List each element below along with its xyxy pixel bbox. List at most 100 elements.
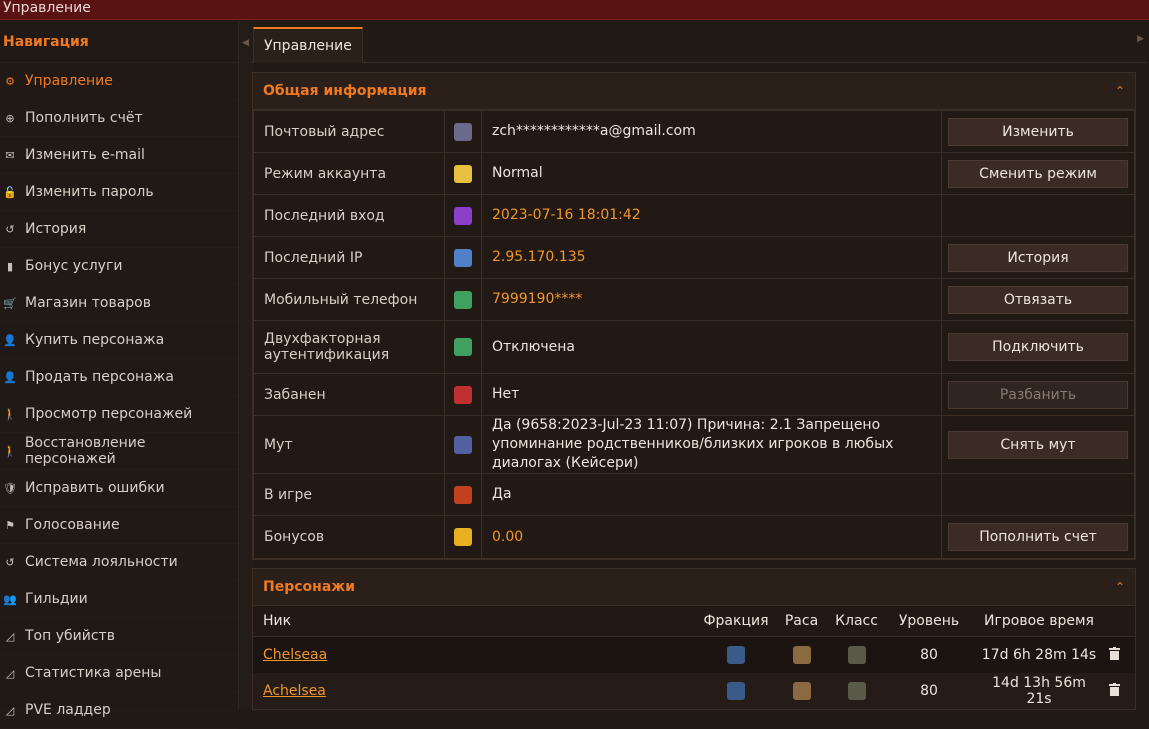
main-content: Управление ▶ Общая информация ⌃ Почтовый… (252, 22, 1147, 710)
col-level: Уровень (898, 613, 960, 629)
ban-hand-icon (454, 385, 472, 404)
col-faction: Фракция (703, 613, 769, 629)
sidebar-item[interactable]: ▮ Бонус услуги (0, 248, 238, 285)
alliance-icon (727, 646, 745, 664)
star-icon (454, 164, 472, 183)
scroll-right-icon[interactable]: ▶ (1137, 34, 1144, 44)
sidebar-item[interactable]: ◿ PVE ладдер (0, 692, 238, 729)
info-value: Отключена (481, 320, 942, 374)
race-icon (792, 682, 811, 700)
sidebar-item[interactable]: 🚶 Просмотр персонажей (0, 396, 238, 433)
action-button[interactable]: Сменить режим (948, 159, 1128, 188)
sidebar-item[interactable]: ✉ Изменить e-mail (0, 137, 238, 174)
character-level: 80 (920, 683, 938, 699)
action-button[interactable]: Снять мут (948, 430, 1128, 459)
general-info-title: Общая информация (263, 83, 427, 99)
info-value: Да (481, 473, 942, 516)
window-title: Управление (0, 0, 1149, 20)
area-chart-icon: ◿ (5, 703, 15, 717)
info-row: Бонусов 0.00 Пополнить счет (253, 515, 1135, 559)
sidebar-item[interactable]: ⊕ Пополнить счёт (0, 100, 238, 137)
sidebar-item-label: PVE ладдер (25, 702, 111, 718)
info-row: В игре Да (253, 473, 1135, 516)
sidebar-item-label: История (25, 221, 87, 237)
tab-strip: Управление ▶ (252, 22, 1147, 63)
chevron-up-icon[interactable]: ⌃ (1115, 569, 1125, 605)
envelope-icon: ✉ (5, 148, 15, 162)
phone-icon (454, 290, 472, 309)
sidebar-item[interactable]: ⚙ Управление (0, 63, 238, 100)
bonus-icon: ▮ (6, 259, 14, 273)
character-nick-link[interactable]: Chelseaa (263, 647, 327, 663)
chevron-up-icon[interactable]: ⌃ (1115, 73, 1125, 109)
action-button[interactable]: История (948, 243, 1128, 272)
nav-list: ⚙ Управление ⊕ Пополнить счёт ✉ Изменить e-ma… (0, 63, 238, 729)
info-value: zch************a@gmail.com (481, 110, 942, 153)
general-info-header[interactable]: Общая информация ⌃ (253, 73, 1135, 110)
sidebar-item-label: Магазин товаров (25, 295, 151, 311)
sidebar-item-label: Изменить e-mail (25, 147, 145, 163)
plus-circle-icon: ⊕ (5, 111, 15, 125)
sidebar-item[interactable]: ⚑ Голосование (0, 507, 238, 544)
sidebar-item[interactable]: ↺ Система лояльности (0, 544, 238, 581)
info-row: Мобильный телефон 7999190**** Отвязать (253, 278, 1135, 321)
sidebar-item[interactable]: ↺ История (0, 211, 238, 248)
col-time: Игровое время (984, 613, 1094, 629)
info-row: Почтовый адрес zch************a@gmail.com… (253, 110, 1135, 153)
sidebar-item-label: Купить персонажа (25, 332, 165, 348)
user-icon: 👤 (3, 370, 17, 384)
info-value: Да (9658:2023-Jul-23 11:07) Причина: 2.1… (481, 415, 942, 474)
sidebar-item[interactable]: 🚶 Восстановление персонажей (0, 433, 238, 470)
users-icon: 👥 (3, 592, 17, 606)
info-value: 0.00 (481, 515, 942, 559)
info-row: Двухфакторная аутентификация Отключена Под… (253, 320, 1135, 374)
sidebar-item-label: Гильдии (25, 591, 88, 607)
collapse-left-icon[interactable]: ◀ (242, 38, 249, 48)
flag-icon: ⚑ (5, 518, 15, 532)
sidebar-item-label: Статистика арены (25, 665, 162, 681)
info-row: Последний вход 2023-07-16 18:01:42 (253, 194, 1135, 237)
sidebar-item[interactable]: 👤 Купить персонажа (0, 322, 238, 359)
sidebar-item-label: Продать персонажа (25, 369, 174, 385)
sidebar-item[interactable]: ◿ Топ убийств (0, 618, 238, 655)
class-icon (847, 682, 866, 700)
info-value: Normal (481, 152, 942, 195)
action-button[interactable]: Изменить (948, 117, 1128, 146)
info-label: Последний IP (253, 236, 445, 279)
info-label: Режим аккаунта (253, 152, 445, 195)
col-race: Раса (784, 613, 819, 629)
sidebar-item[interactable]: 🛒 Магазин товаров (0, 285, 238, 322)
character-level: 80 (920, 647, 938, 663)
trash-icon[interactable] (1099, 682, 1129, 700)
sidebar-splitter[interactable]: ◀ (238, 22, 253, 709)
characters-header[interactable]: Персонажи ⌃ (253, 569, 1135, 606)
general-info-panel: Общая информация ⌃ Почтовый адрес zch****… (252, 72, 1136, 560)
character-playtime: 17d 6h 28m 14s (981, 647, 1097, 663)
sidebar-item[interactable]: ◿ Статистика арены (0, 655, 238, 692)
sidebar-item-label: Исправить ошибки (25, 480, 165, 496)
action-button[interactable]: Отвязать (948, 285, 1128, 314)
character-row: Chelseaa 80 17d 6h 28m 14s (253, 637, 1135, 673)
info-value: 2.95.170.135 (481, 236, 942, 279)
info-label: Мобильный телефон (253, 278, 445, 321)
trash-icon[interactable] (1099, 646, 1129, 664)
action-button[interactable]: Пополнить счет (948, 523, 1128, 551)
tab-management[interactable]: Управление (253, 27, 363, 63)
character-nick-link[interactable]: Achelsea (263, 683, 326, 699)
ingame-icon (454, 485, 472, 504)
info-row: Последний IP 2.95.170.135 История (253, 236, 1135, 279)
action-button[interactable]: Подключить (948, 333, 1128, 361)
shield-icon: 🛡 (3, 481, 17, 495)
sidebar-item-label: Система лояльности (25, 554, 178, 570)
person-icon: 🚶 (3, 407, 17, 421)
network-icon (454, 248, 472, 267)
sidebar-item[interactable]: 👥 Гильдии (0, 581, 238, 618)
sidebar-item[interactable]: 🛡 Исправить ошибки (0, 470, 238, 507)
info-value: 7999190**** (481, 278, 942, 321)
sidebar-item[interactable]: 🔓 Изменить пароль (0, 174, 238, 211)
sidebar-item[interactable]: 👤 Продать персонажа (0, 359, 238, 396)
characters-table-header: Ник Фракция Раса Класс Уровень Игровое в… (253, 606, 1135, 637)
characters-rows: Chelseaa 80 17d 6h 28m 14s Achelsea 80 14d 13… (253, 637, 1135, 709)
info-label: Двухфакторная аутентификация (253, 320, 445, 374)
character-playtime: 14d 13h 56m 21s (992, 675, 1086, 707)
